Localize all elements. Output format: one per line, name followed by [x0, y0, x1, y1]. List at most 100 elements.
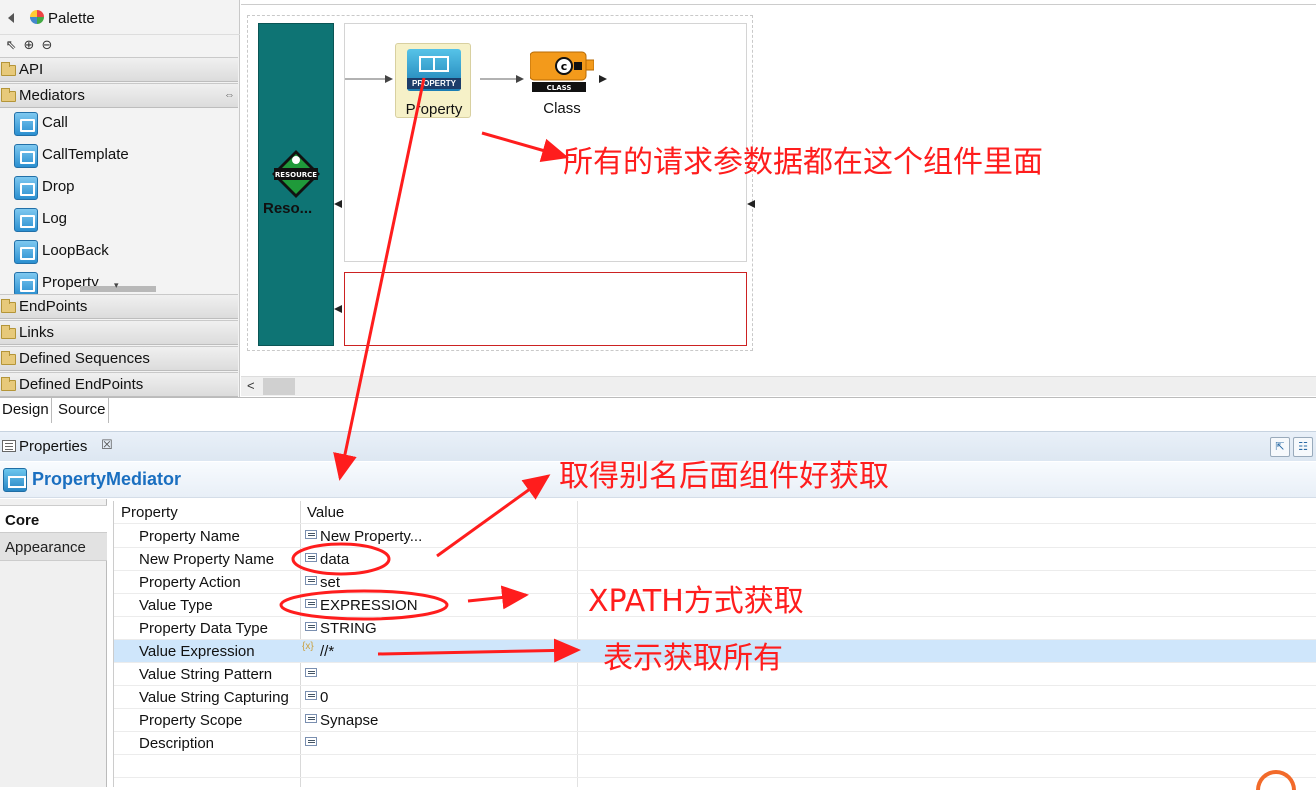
table-row[interactable]: Description: [114, 732, 1316, 755]
expression-icon: {x}: [302, 641, 314, 652]
scroll-left-icon[interactable]: <: [247, 378, 255, 393]
palette-header: Palette: [0, 6, 240, 32]
palette-toolbar: ⇖ ⊕ ⊖: [0, 34, 240, 54]
editor-tab-bar: Design Source: [0, 397, 1316, 423]
palette-item-drop[interactable]: Drop: [14, 174, 236, 204]
annotation-note-2: 取得别名后面组件好获取: [559, 459, 889, 494]
column-header-value: Value: [307, 504, 345, 521]
zoom-in-icon[interactable]: ⊕: [21, 37, 37, 53]
tab-core[interactable]: Core: [0, 505, 107, 533]
property-mediator-icon: [3, 468, 27, 492]
text-field-icon: [305, 668, 317, 677]
scroll-down-icon[interactable]: ▾: [114, 280, 119, 291]
row-value[interactable]: set: [320, 574, 340, 591]
palette-item-label: LoopBack: [42, 242, 109, 259]
text-field-icon: [305, 553, 317, 562]
pin-icon[interactable]: ⇔: [224, 89, 235, 101]
drawer-defined-sequences[interactable]: Defined Sequences: [0, 346, 238, 371]
table-row[interactable]: Property Scope Synapse: [114, 709, 1316, 732]
palette-item-label: Drop: [42, 178, 75, 195]
row-value[interactable]: New Property...: [320, 528, 422, 545]
call-icon: [14, 112, 38, 136]
row-value[interactable]: //*: [320, 643, 334, 660]
row-value[interactable]: 0: [320, 689, 328, 706]
drawer-links[interactable]: Links: [0, 320, 238, 345]
scrollbar-thumb[interactable]: [263, 378, 295, 395]
calltemplate-icon: [14, 144, 38, 168]
properties-view-icon: [2, 440, 16, 452]
property-node-tag: PROPERTY: [407, 78, 461, 89]
drawer-label: Links: [19, 324, 55, 341]
palette-item-loopback[interactable]: LoopBack: [14, 238, 236, 268]
collapse-palette-icon[interactable]: [8, 13, 14, 23]
select-pointer-icon[interactable]: ⇖: [3, 37, 19, 53]
class-node-tag: CLASS: [547, 84, 572, 92]
drawer-label: API: [19, 61, 44, 78]
column-header-property: Property: [121, 504, 178, 521]
tab-design[interactable]: Design: [0, 398, 52, 423]
table-header: Property Value: [114, 501, 1316, 524]
tab-appearance[interactable]: Appearance: [0, 533, 107, 561]
class-node-label: Class: [543, 100, 581, 117]
palette-icon: [30, 10, 44, 24]
row-value[interactable]: STRING: [320, 620, 377, 637]
annotation-note-1: 所有的请求参数据都在这个组件里面: [563, 145, 1043, 180]
canvas-horizontal-scrollbar[interactable]: <: [241, 376, 1316, 396]
row-key: Value String Capturing: [139, 689, 289, 706]
text-field-icon: [305, 576, 317, 585]
text-field-icon: [305, 530, 317, 539]
text-field-icon: [305, 714, 317, 723]
palette-item-call[interactable]: Call: [14, 110, 236, 140]
properties-side-tabs: Core Appearance: [0, 499, 107, 787]
folder-icon: [1, 299, 16, 313]
folder-icon: [1, 88, 16, 102]
table-row-empty: [114, 755, 1316, 778]
palette-title: Palette: [48, 10, 95, 27]
drawer-label: Defined EndPoints: [19, 376, 144, 393]
row-key: Property Data Type: [139, 620, 268, 637]
palette-item-calltemplate[interactable]: CallTemplate: [14, 142, 236, 172]
drawer-mediators[interactable]: Mediators ⇔: [0, 83, 238, 108]
drawer-label: EndPoints: [19, 298, 88, 315]
property-node-label: Property: [405, 101, 463, 118]
close-icon[interactable]: ☒: [101, 437, 113, 453]
log-icon: [14, 208, 38, 232]
show-categories-icon[interactable]: ☷: [1293, 437, 1313, 457]
table-row[interactable]: Value String Capturing 0: [114, 686, 1316, 709]
tab-source[interactable]: Source: [56, 398, 109, 423]
row-key: Value String Pattern: [139, 666, 273, 683]
drawer-api[interactable]: API: [0, 57, 238, 82]
text-field-icon: [305, 622, 317, 631]
property-icon: [14, 272, 38, 296]
drawer-endpoints[interactable]: EndPoints: [0, 294, 238, 319]
table-row[interactable]: New Property Name data: [114, 548, 1316, 571]
drop-icon: [14, 176, 38, 200]
row-key: Value Type: [139, 597, 213, 614]
row-key: Property Action: [139, 574, 241, 591]
property-mediator-node[interactable]: PROPERTY Property: [395, 43, 471, 118]
text-field-icon: [305, 599, 317, 608]
palette-item-log[interactable]: Log: [14, 206, 236, 236]
svg-text:c: c: [561, 60, 568, 73]
palette-item-label: Call: [42, 114, 68, 131]
property-node-icon: PROPERTY: [407, 49, 461, 91]
palette-item-label: Log: [42, 210, 68, 227]
properties-tab[interactable]: Properties: [19, 438, 87, 455]
palette-panel: Palette ⇖ ⊕ ⊖ API Mediators ⇔ Call CallT…: [0, 0, 240, 398]
class-mediator-node[interactable]: c CLASS: [530, 50, 594, 94]
folder-icon: [1, 325, 16, 339]
zoom-out-icon[interactable]: ⊖: [39, 37, 55, 53]
row-value[interactable]: EXPRESSION: [320, 597, 418, 614]
folder-icon: [1, 351, 16, 365]
drawer-label: Mediators: [19, 87, 85, 104]
row-value[interactable]: Synapse: [320, 712, 378, 729]
drawer-defined-endpoints[interactable]: Defined EndPoints: [0, 372, 238, 397]
palette-item-label: CallTemplate: [42, 146, 129, 163]
row-value[interactable]: data: [320, 551, 349, 568]
row-key: Property Name: [139, 528, 240, 545]
pin-view-icon[interactable]: ⇱: [1270, 437, 1290, 457]
folder-icon: [1, 62, 16, 76]
text-field-icon: [305, 737, 317, 746]
row-key: Value Expression: [139, 643, 255, 660]
table-row[interactable]: Property Name New Property...: [114, 525, 1316, 548]
